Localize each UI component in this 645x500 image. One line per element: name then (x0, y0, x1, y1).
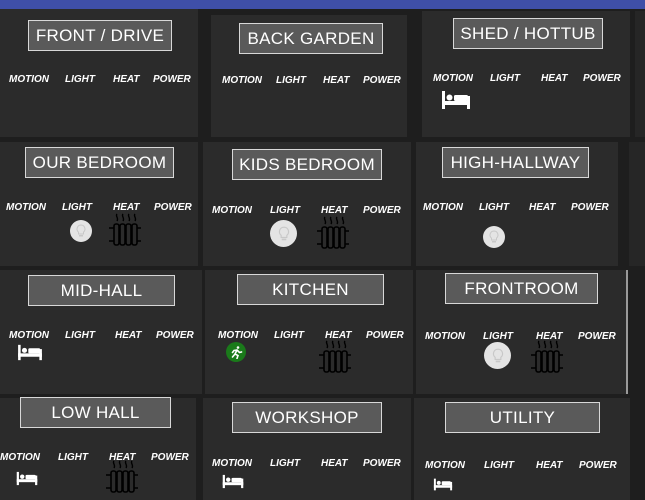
room-title-frontroom: FRONTROOM (445, 273, 598, 304)
label-motion: MOTION (425, 331, 465, 342)
label-motion: MOTION (423, 202, 463, 213)
label-light: LIGHT (270, 458, 300, 469)
label-heat: HEAT (541, 73, 568, 84)
label-power: POWER (156, 330, 194, 341)
room-title-kids-bedroom: KIDS BEDROOM (232, 149, 382, 180)
running-person-icon[interactable] (226, 342, 246, 362)
radiator-icon[interactable] (318, 340, 352, 374)
room-title-mid-hall: MID-HALL (28, 275, 175, 306)
label-power: POWER (153, 74, 191, 85)
room-title-utility: UTILITY (445, 402, 600, 433)
radiator-icon[interactable] (108, 213, 142, 247)
label-light: LIGHT (270, 205, 300, 216)
label-motion: MOTION (212, 458, 252, 469)
label-motion: MOTION (0, 452, 40, 463)
label-heat: HEAT (536, 460, 563, 471)
label-heat: HEAT (113, 74, 140, 85)
radiator-icon[interactable] (105, 460, 139, 494)
label-motion: MOTION (433, 73, 473, 84)
label-motion: MOTION (218, 330, 258, 341)
room-title-kitchen: KITCHEN (237, 274, 384, 305)
label-motion: MOTION (212, 205, 252, 216)
label-motion: MOTION (9, 330, 49, 341)
label-power: POWER (571, 202, 609, 213)
label-motion: MOTION (9, 74, 49, 85)
room-title-low-hall: LOW HALL (20, 397, 171, 428)
light-bulb-icon[interactable] (270, 220, 297, 247)
label-heat: HEAT (113, 202, 140, 213)
label-power: POWER (154, 202, 192, 213)
bed-icon (442, 91, 470, 109)
room-title-shed-hottub: SHED / HOTTUB (453, 18, 603, 49)
label-motion: MOTION (6, 202, 46, 213)
label-light: LIGHT (484, 460, 514, 471)
bed-icon (16, 471, 38, 486)
label-heat: HEAT (529, 202, 556, 213)
room-title-front-drive: FRONT / DRIVE (28, 20, 172, 51)
label-heat: HEAT (321, 205, 348, 216)
label-light: LIGHT (274, 330, 304, 341)
light-bulb-icon[interactable] (70, 220, 92, 242)
label-motion: MOTION (222, 75, 262, 86)
label-heat: HEAT (321, 458, 348, 469)
label-motion: MOTION (425, 460, 465, 471)
label-light: LIGHT (58, 452, 88, 463)
label-power: POWER (578, 331, 616, 342)
top-accent-bar (0, 0, 645, 9)
label-power: POWER (363, 458, 401, 469)
radiator-icon[interactable] (530, 340, 564, 374)
label-power: POWER (579, 460, 617, 471)
room-title-high-hallway: HIGH-HALLWAY (442, 147, 589, 178)
label-power: POWER (363, 205, 401, 216)
light-bulb-icon[interactable] (483, 226, 505, 248)
room-title-back-garden: BACK GARDEN (239, 23, 383, 54)
bed-icon (18, 344, 42, 361)
label-light: LIGHT (62, 202, 92, 213)
label-light: LIGHT (479, 202, 509, 213)
bed-icon (433, 478, 453, 491)
bed-icon (222, 474, 244, 489)
label-light: LIGHT (276, 75, 306, 86)
label-power: POWER (363, 75, 401, 86)
light-bulb-icon[interactable] (484, 342, 511, 369)
label-light: LIGHT (65, 74, 95, 85)
radiator-icon[interactable] (316, 216, 350, 250)
room-title-our-bedroom: OUR BEDROOM (25, 147, 174, 178)
label-light: LIGHT (483, 331, 513, 342)
label-power: POWER (583, 73, 621, 84)
panel-edge-1 (635, 11, 645, 137)
label-heat: HEAT (323, 75, 350, 86)
label-light: LIGHT (490, 73, 520, 84)
label-power: POWER (151, 452, 189, 463)
label-power: POWER (366, 330, 404, 341)
room-title-workshop: WORKSHOP (232, 402, 382, 433)
panel-edge-2 (629, 142, 645, 266)
label-heat: HEAT (115, 330, 142, 341)
label-light: LIGHT (65, 330, 95, 341)
